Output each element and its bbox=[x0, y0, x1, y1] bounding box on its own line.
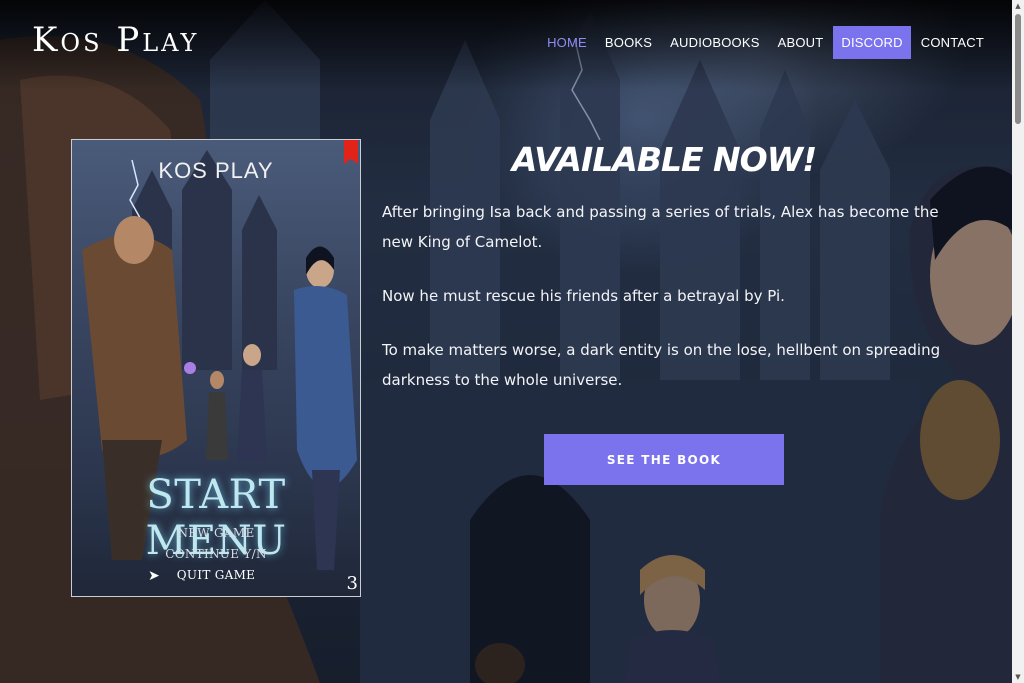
nav-contact[interactable]: CONTACT bbox=[913, 26, 992, 59]
scrollbar-thumb[interactable] bbox=[1015, 14, 1021, 124]
nav-about[interactable]: ABOUT bbox=[770, 26, 832, 59]
nav-discord[interactable]: DISCORD bbox=[833, 26, 911, 59]
site-logo[interactable]: Kos Play bbox=[32, 20, 199, 60]
promo-section: AVAILABLE NOW! After bringing Isa back a… bbox=[382, 140, 948, 419]
promo-paragraph: To make matters worse, a dark entity is … bbox=[382, 341, 941, 389]
see-the-book-button[interactable]: SEE THE BOOK bbox=[544, 434, 784, 485]
nav-audiobooks[interactable]: AUDIOBOOKS bbox=[662, 26, 767, 59]
main-nav: HOME BOOKS AUDIOBOOKS ABOUT DISCORD CONT… bbox=[537, 26, 992, 59]
scroll-down-arrow-icon[interactable]: ▼ bbox=[1012, 671, 1024, 683]
page-scrollbar[interactable]: ▲ ▼ bbox=[1012, 0, 1024, 683]
book-cover[interactable]: KOS PLAY START MENU NEW GAME CONTINUE Y/… bbox=[71, 139, 361, 597]
cover-menu-item: QUIT GAME bbox=[176, 568, 256, 582]
nav-books[interactable]: BOOKS bbox=[597, 26, 660, 59]
cover-menu-item: CONTINUE Y/N bbox=[165, 547, 267, 561]
promo-headline: AVAILABLE NOW! bbox=[511, 140, 817, 179]
cover-author: KOS PLAY bbox=[158, 158, 274, 183]
promo-paragraph: After bringing Isa back and passing a se… bbox=[382, 203, 939, 251]
promo-paragraph: Now he must rescue his friends after a b… bbox=[382, 287, 785, 305]
cover-volume-number: 3 bbox=[346, 573, 358, 594]
scroll-up-arrow-icon[interactable]: ▲ bbox=[1012, 0, 1024, 12]
cover-menu-item: NEW GAME bbox=[177, 526, 255, 540]
nav-home[interactable]: HOME bbox=[539, 26, 595, 59]
